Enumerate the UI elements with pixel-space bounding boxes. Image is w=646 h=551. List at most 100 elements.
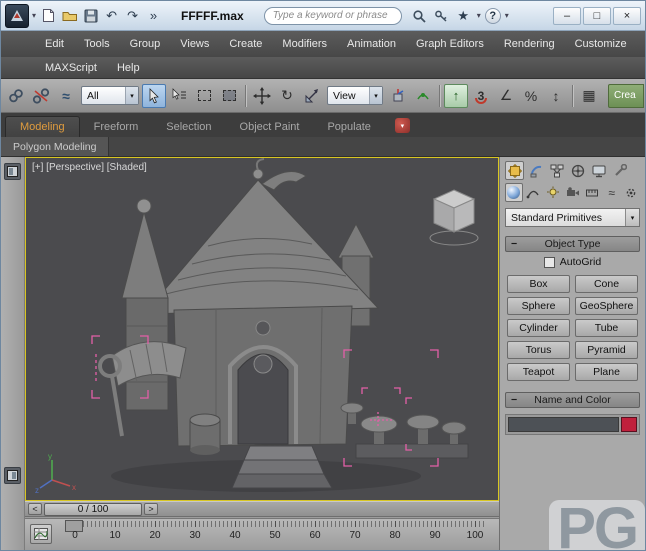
menu-tools[interactable]: Tools xyxy=(74,38,120,50)
tube-button[interactable]: Tube xyxy=(575,319,638,337)
select-and-manipulate-icon[interactable] xyxy=(411,84,435,108)
ribbon-tab-freeform[interactable]: Freeform xyxy=(80,117,153,137)
pyramid-button[interactable]: Pyramid xyxy=(575,341,638,359)
panel-tab-polygon-modeling[interactable]: Polygon Modeling xyxy=(1,137,109,156)
ribbon-tab-modeling[interactable]: Modeling xyxy=(5,116,80,137)
hierarchy-tab-icon[interactable] xyxy=(547,161,566,180)
snap-toggle-3d-icon[interactable]: 3 xyxy=(469,84,493,108)
reference-coordinate-dropdown[interactable]: View ▾ xyxy=(327,86,383,105)
add-viewport-layout-icon[interactable] xyxy=(4,467,21,484)
save-file-icon[interactable] xyxy=(81,6,100,25)
viewcube[interactable] xyxy=(426,184,482,248)
name-color-rollout-header[interactable]: − Name and Color xyxy=(505,392,640,408)
app-menu-caret-icon[interactable]: ▾ xyxy=(31,11,37,20)
time-slider-handle[interactable]: 0 / 100 xyxy=(44,503,142,516)
open-file-icon[interactable] xyxy=(60,6,79,25)
object-color-swatch[interactable] xyxy=(621,417,637,432)
plane-button[interactable]: Plane xyxy=(575,363,638,381)
spacewarps-category-icon[interactable]: ≈ xyxy=(603,183,621,202)
ribbon-tab-selection[interactable]: Selection xyxy=(152,117,225,137)
keyboard-override-icon[interactable]: ↑ xyxy=(444,84,468,108)
maximize-button[interactable]: □ xyxy=(583,7,611,25)
select-by-name-icon[interactable] xyxy=(167,84,191,108)
cylinder-button[interactable]: Cylinder xyxy=(507,319,570,337)
select-and-rotate-icon[interactable]: ↻ xyxy=(275,84,299,108)
object-name-field[interactable] xyxy=(508,417,619,432)
help-caret-icon[interactable]: ▾ xyxy=(504,11,510,20)
new-file-icon[interactable] xyxy=(39,6,58,25)
create-tab-icon[interactable] xyxy=(505,161,524,180)
motion-tab-icon[interactable] xyxy=(568,161,587,180)
selection-filter-dropdown[interactable]: All ▾ xyxy=(81,86,139,105)
geometry-category-icon[interactable] xyxy=(505,183,523,202)
favorites-star-icon[interactable]: ★ xyxy=(454,6,473,25)
cone-button[interactable]: Cone xyxy=(575,275,638,293)
menu-animation[interactable]: Animation xyxy=(337,38,406,50)
menu-graph-editors[interactable]: Graph Editors xyxy=(406,38,494,50)
close-button[interactable]: × xyxy=(613,7,641,25)
angle-snap-icon[interactable]: ∠ xyxy=(494,84,518,108)
modify-tab-icon[interactable] xyxy=(526,161,545,180)
undo-icon[interactable]: ↶ xyxy=(102,6,121,25)
edit-named-selection-sets-icon[interactable]: ▦ xyxy=(577,84,601,108)
menu-group[interactable]: Group xyxy=(120,38,171,50)
cameras-category-icon[interactable] xyxy=(564,183,582,202)
window-crossing-toggle-icon[interactable] xyxy=(217,84,241,108)
percent-snap-icon[interactable]: % xyxy=(519,84,543,108)
display-tab-icon[interactable] xyxy=(589,161,608,180)
ribbon-tab-populate[interactable]: Populate xyxy=(313,117,384,137)
viewport-label[interactable]: [+] [Perspective] [Shaded] xyxy=(32,162,147,173)
select-and-scale-icon[interactable] xyxy=(300,84,324,108)
helpers-category-icon[interactable] xyxy=(583,183,601,202)
teapot-button[interactable]: Teapot xyxy=(507,363,570,381)
spinner-snap-icon[interactable]: ↕ xyxy=(544,84,568,108)
search-icon[interactable] xyxy=(410,6,429,25)
autogrid-checkbox[interactable] xyxy=(544,257,555,268)
ribbon-config-icon[interactable]: ▾ xyxy=(395,118,410,133)
previous-frame-button[interactable]: < xyxy=(28,503,42,515)
box-button[interactable]: Box xyxy=(507,275,570,293)
geosphere-button[interactable]: GeoSphere xyxy=(575,297,638,315)
torus-button[interactable]: Torus xyxy=(507,341,570,359)
app-menu-button[interactable] xyxy=(5,4,29,28)
select-and-move-icon[interactable] xyxy=(250,84,274,108)
timeline-ruler[interactable]: 0 10 20 30 40 50 60 70 80 90 100 xyxy=(59,519,491,550)
minimize-button[interactable]: – xyxy=(553,7,581,25)
search-box[interactable]: Type a keyword or phrase xyxy=(264,7,402,25)
menu-maxscript[interactable]: MAXScript xyxy=(35,62,107,74)
track-bar[interactable]: 0 10 20 30 40 50 60 70 80 90 100 xyxy=(25,518,499,550)
ribbon-tab-object-paint[interactable]: Object Paint xyxy=(226,117,314,137)
bind-to-spacewarp-icon[interactable]: ≈ xyxy=(54,84,78,108)
select-and-link-icon[interactable] xyxy=(4,84,28,108)
time-slider[interactable]: < 0 / 100 > xyxy=(25,501,499,517)
use-pivot-center-icon[interactable] xyxy=(386,84,410,108)
next-frame-button[interactable]: > xyxy=(144,503,158,515)
menu-modifiers[interactable]: Modifiers xyxy=(272,38,337,50)
utilities-tab-icon[interactable] xyxy=(610,161,629,180)
sign-in-key-icon[interactable] xyxy=(432,6,451,25)
object-type-rollout-header[interactable]: − Object Type xyxy=(505,236,640,252)
lights-category-icon[interactable] xyxy=(544,183,562,202)
help-icon[interactable]: ? xyxy=(485,8,501,24)
unlink-selection-icon[interactable] xyxy=(29,84,53,108)
shapes-category-icon[interactable] xyxy=(525,183,543,202)
select-object-icon[interactable] xyxy=(142,84,166,108)
menu-views[interactable]: Views xyxy=(170,38,219,50)
menu-customize[interactable]: Customize xyxy=(565,38,637,50)
primitives-category-dropdown[interactable]: Standard Primitives ▾ xyxy=(505,208,640,227)
menu-create[interactable]: Create xyxy=(219,38,272,50)
favorites-caret-icon[interactable]: ▾ xyxy=(476,11,482,20)
rollout-title: Name and Color xyxy=(534,394,610,406)
viewport-layout-tabs-icon[interactable] xyxy=(4,163,21,180)
menu-help[interactable]: Help xyxy=(107,62,150,74)
open-mini-curve-editor-button[interactable] xyxy=(30,524,52,544)
viewport-perspective[interactable]: [+] [Perspective] [Shaded] xyxy=(25,157,499,501)
menu-edit[interactable]: Edit xyxy=(35,38,74,50)
sphere-button[interactable]: Sphere xyxy=(507,297,570,315)
rectangular-selection-region-icon[interactable] xyxy=(192,84,216,108)
redo-icon[interactable]: ↷ xyxy=(123,6,142,25)
systems-category-icon[interactable] xyxy=(622,183,640,202)
menu-rendering[interactable]: Rendering xyxy=(494,38,565,50)
quick-access-overflow-icon[interactable]: » xyxy=(144,6,163,25)
create-selection-set-button[interactable]: Crea xyxy=(608,84,644,108)
